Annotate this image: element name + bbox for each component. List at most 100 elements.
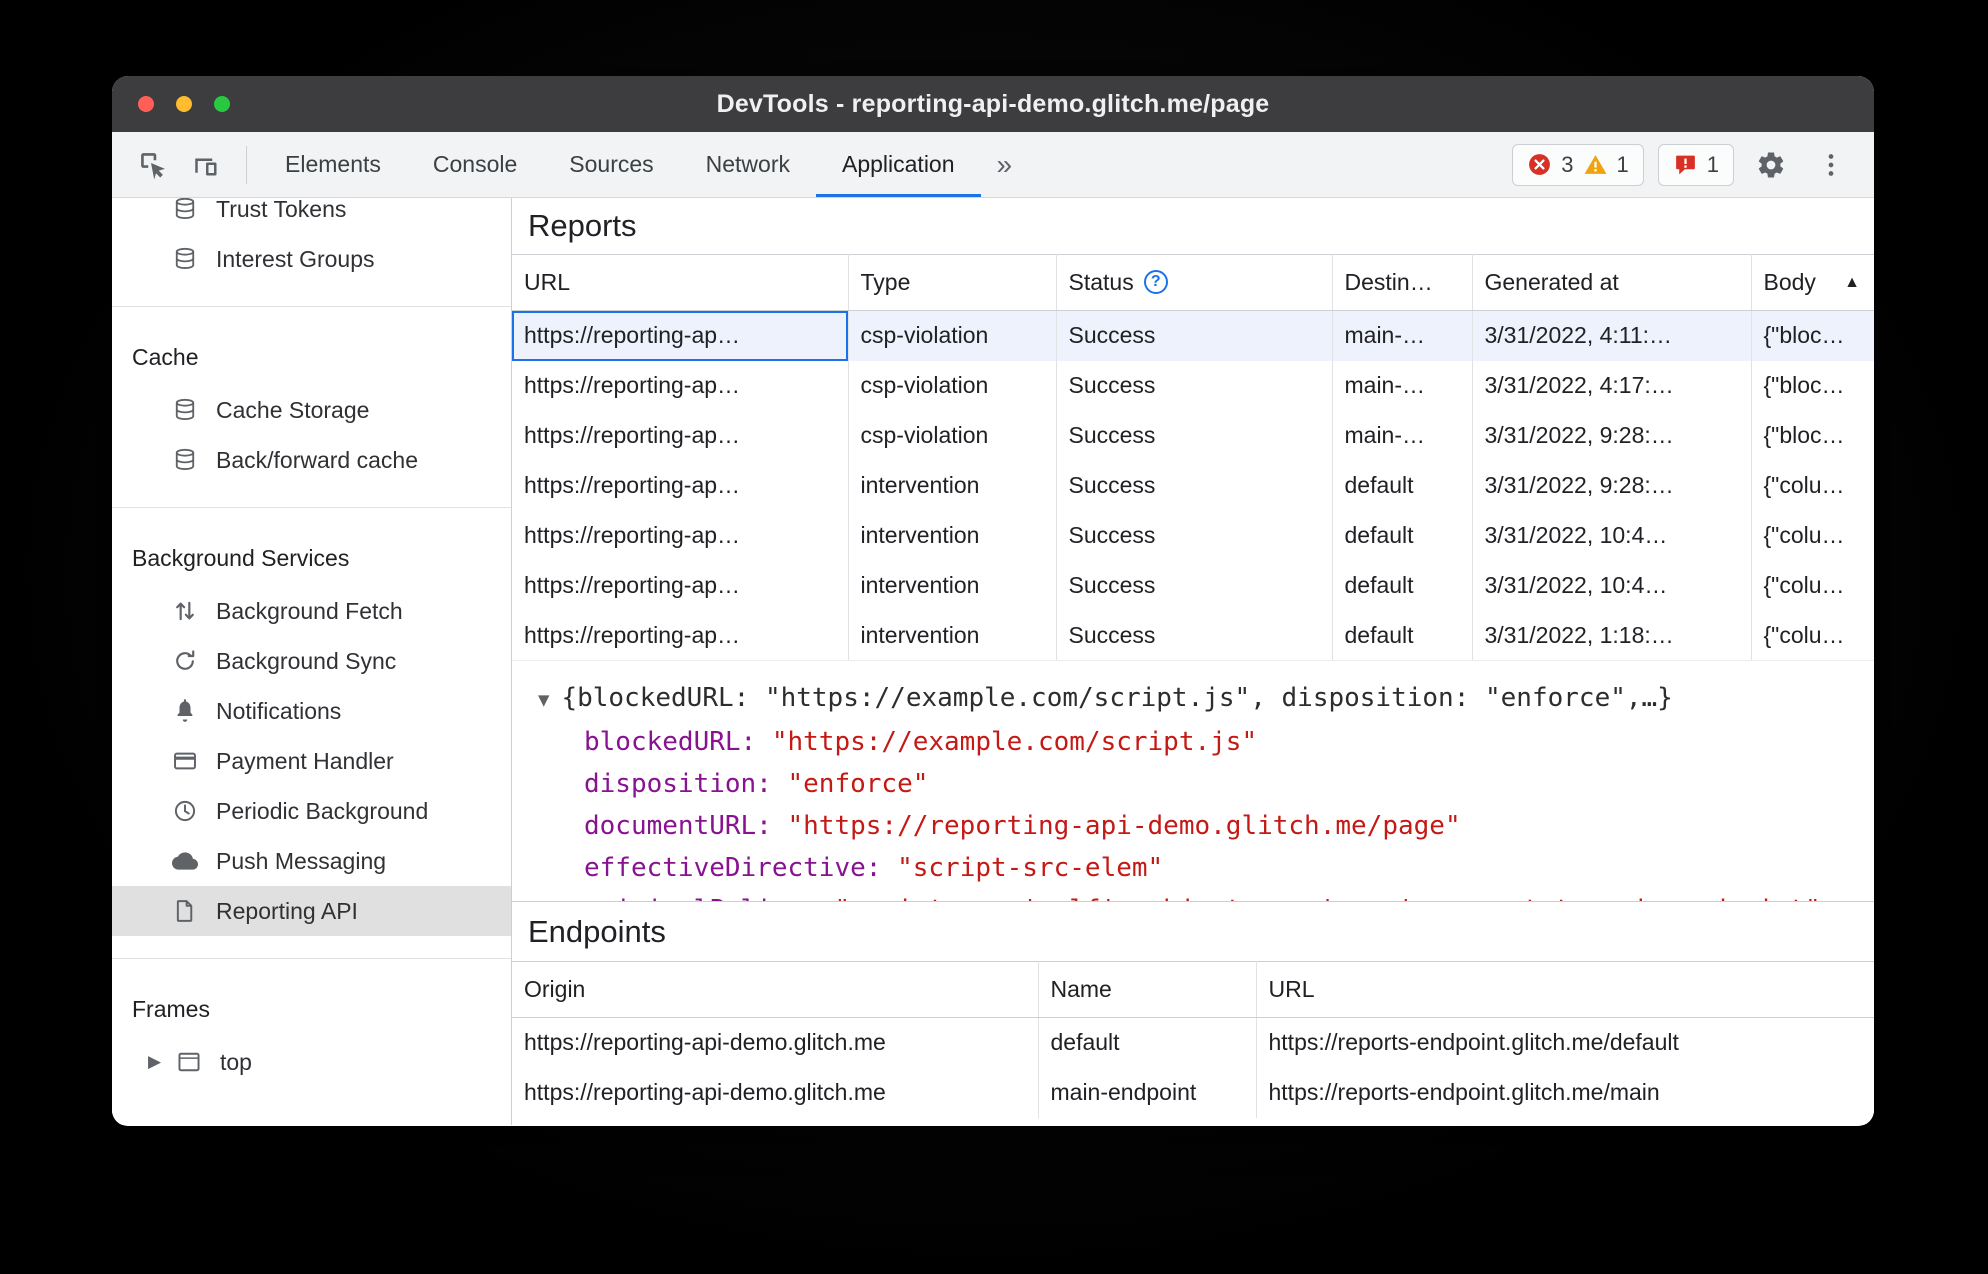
reports-col-destin[interactable]: Destin… (1332, 254, 1473, 311)
reports-col-generated-at[interactable]: Generated at (1472, 254, 1752, 311)
tab-sources[interactable]: Sources (543, 132, 679, 197)
report-body-cell[interactable]: {"bloc… (1751, 411, 1874, 461)
report-generated-cell[interactable]: 3/31/2022, 4:11:… (1472, 310, 1752, 361)
settings-gear-icon[interactable] (1748, 142, 1794, 188)
report-generated-cell[interactable]: 3/31/2022, 10:4… (1472, 560, 1752, 611)
sidebar-item-top[interactable]: ▶ top (112, 1037, 511, 1087)
report-body-cell[interactable]: {"colu… (1751, 461, 1874, 511)
report-generated-cell[interactable]: 3/31/2022, 1:18:… (1472, 610, 1752, 661)
json-property: effectiveDirective: "script-src-elem" (538, 847, 1874, 889)
report-type-cell[interactable]: csp-violation (848, 410, 1057, 461)
report-row[interactable]: https://reporting-ap… csp-violation Succes… (512, 410, 1874, 461)
report-status-cell[interactable]: Success (1056, 360, 1333, 411)
report-row[interactable]: https://reporting-ap… intervention Success… (512, 610, 1874, 661)
reports-col-url[interactable]: URL (512, 254, 849, 311)
json-key: effectiveDirective: (584, 853, 898, 883)
report-destination-cell[interactable]: default (1332, 510, 1473, 561)
report-row[interactable]: https://reporting-ap… intervention Success… (512, 510, 1874, 561)
report-destination-cell[interactable]: main-… (1332, 360, 1473, 411)
more-tabs-button[interactable]: » (981, 132, 1029, 197)
sidebar-item-background-sync[interactable]: Background Sync (112, 636, 511, 686)
report-status-cell[interactable]: Success (1056, 510, 1333, 561)
report-body-cell[interactable]: {"bloc… (1751, 361, 1874, 411)
report-destination-cell[interactable]: default (1332, 610, 1473, 661)
console-status-badges[interactable]: 3 1 (1512, 143, 1644, 186)
window-title: DevTools - reporting-api-demo.glitch.me/… (716, 89, 1270, 118)
endpoints-col-origin[interactable]: Origin (512, 961, 1039, 1018)
report-type-cell[interactable]: intervention (848, 560, 1057, 611)
sidebar-item-back-forward-cache[interactable]: Back/forward cache (112, 435, 511, 485)
cloud-icon (172, 848, 198, 874)
sidebar-item-label: Background Fetch (216, 597, 403, 624)
report-destination-cell[interactable]: main-… (1332, 410, 1473, 461)
report-destination-cell[interactable]: main-… (1332, 310, 1473, 361)
sidebar-item-trust-tokens[interactable]: Trust Tokens (112, 198, 511, 234)
help-icon[interactable]: ? (1143, 269, 1168, 294)
reports-col-type[interactable]: Type (848, 254, 1057, 311)
window-zoom-button[interactable] (214, 96, 230, 112)
device-toolbar-icon[interactable] (182, 142, 228, 188)
collapse-expander-icon[interactable]: ▼ (538, 689, 549, 711)
report-status-cell[interactable]: Success (1056, 410, 1333, 461)
report-url-cell[interactable]: https://reporting-ap… (512, 360, 849, 411)
kebab-menu-icon[interactable] (1808, 142, 1854, 188)
report-generated-cell[interactable]: 3/31/2022, 9:28:… (1472, 410, 1752, 461)
report-generated-cell[interactable]: 3/31/2022, 10:4… (1472, 510, 1752, 561)
report-status-cell[interactable]: Success (1056, 610, 1333, 661)
endpoints-col-name[interactable]: Name (1038, 961, 1257, 1018)
report-row[interactable]: https://reporting-ap… intervention Success… (512, 560, 1874, 611)
report-body-cell[interactable]: {"colu… (1751, 511, 1874, 561)
report-url-cell[interactable]: https://reporting-ap… (512, 610, 849, 661)
report-status-cell[interactable]: Success (1056, 460, 1333, 511)
report-body-cell[interactable]: {"colu… (1751, 610, 1874, 661)
sidebar-item-label: Interest Groups (216, 245, 375, 272)
endpoint-url-cell: https://reports-endpoint.glitch.me/main (1268, 1079, 1660, 1105)
report-type-cell[interactable]: csp-violation (848, 360, 1057, 411)
background-sync-icon (172, 648, 198, 674)
tab-elements[interactable]: Elements (259, 132, 407, 197)
report-url-cell[interactable]: https://reporting-ap… (512, 310, 849, 361)
report-url-cell[interactable]: https://reporting-ap… (512, 410, 849, 461)
report-url-cell[interactable]: https://reporting-ap… (512, 460, 849, 511)
reports-col-status[interactable]: Status? (1056, 254, 1333, 311)
window-close-button[interactable] (138, 96, 154, 112)
sidebar-item-payment-handler[interactable]: Payment Handler (112, 736, 511, 786)
report-body-cell[interactable]: {"colu… (1751, 561, 1874, 611)
sidebar-item-notifications[interactable]: Notifications (112, 686, 511, 736)
sidebar-item-periodic-background[interactable]: Periodic Background (112, 786, 511, 836)
tab-network[interactable]: Network (680, 132, 816, 197)
endpoint-row: https://reporting-api-demo.glitch.me defa… (512, 1017, 1874, 1068)
report-type-cell[interactable]: intervention (848, 460, 1057, 511)
sidebar-item-cache-storage[interactable]: Cache Storage (112, 385, 511, 435)
inspect-element-icon[interactable] (130, 142, 176, 188)
report-generated-cell[interactable]: 3/31/2022, 4:17:… (1472, 360, 1752, 411)
report-body-cell[interactable]: {"bloc… (1751, 311, 1874, 361)
report-destination-cell[interactable]: default (1332, 460, 1473, 511)
report-type-cell[interactable]: csp-violation (848, 310, 1057, 361)
endpoint-row: https://reporting-api-demo.glitch.me main… (512, 1067, 1874, 1118)
report-row[interactable]: https://reporting-ap… intervention Success… (512, 460, 1874, 511)
issues-badge[interactable]: 1 (1657, 143, 1734, 186)
endpoints-col-url[interactable]: URL (1256, 961, 1874, 1018)
report-generated-cell[interactable]: 3/31/2022, 9:28:… (1472, 460, 1752, 511)
report-status-cell[interactable]: Success (1056, 310, 1333, 361)
sidebar-item-reporting-api[interactable]: Reporting API (112, 886, 511, 936)
expand-triangle-icon[interactable]: ▶ (148, 1052, 168, 1072)
report-row[interactable]: https://reporting-ap… csp-violation Succes… (512, 360, 1874, 411)
sidebar-item-push-messaging[interactable]: Push Messaging (112, 836, 511, 886)
report-url-cell[interactable]: https://reporting-ap… (512, 560, 849, 611)
window-minimize-button[interactable] (176, 96, 192, 112)
report-type-cell[interactable]: intervention (848, 510, 1057, 561)
sidebar-item-interest-groups[interactable]: Interest Groups (112, 234, 511, 284)
reports-col-body[interactable]: Body ▲ (1751, 254, 1874, 311)
report-destination-cell[interactable]: default (1332, 560, 1473, 611)
report-row[interactable]: https://reporting-ap… csp-violation Succes… (512, 310, 1874, 361)
column-label: Status (1068, 269, 1134, 295)
json-key: blockedURL: (584, 727, 772, 757)
tab-application[interactable]: Application (816, 132, 981, 197)
report-type-cell[interactable]: intervention (848, 610, 1057, 661)
sidebar-item-background-fetch[interactable]: Background Fetch (112, 586, 511, 636)
tab-console[interactable]: Console (407, 132, 543, 197)
report-url-cell[interactable]: https://reporting-ap… (512, 510, 849, 561)
report-status-cell[interactable]: Success (1056, 560, 1333, 611)
